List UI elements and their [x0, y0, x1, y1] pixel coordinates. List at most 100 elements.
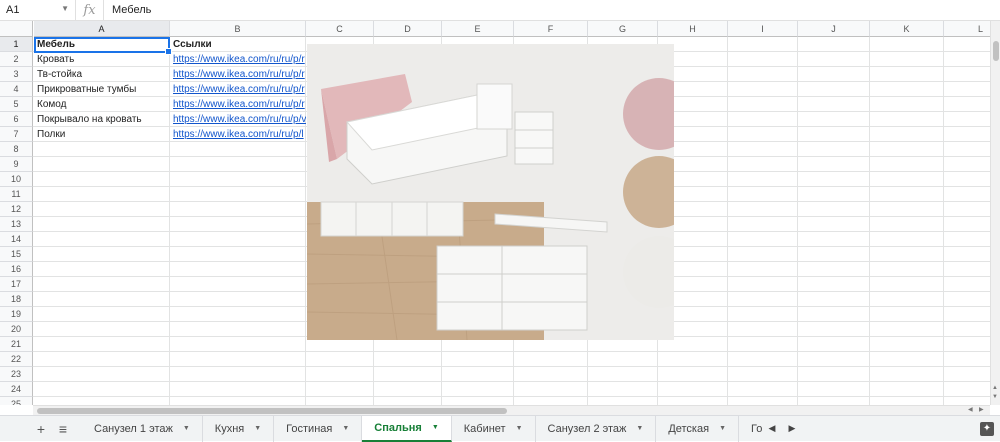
row-header-4[interactable]: 4: [0, 82, 33, 97]
row-header-5[interactable]: 5: [0, 97, 33, 112]
row-header-23[interactable]: 23: [0, 367, 33, 382]
row-header-2[interactable]: 2: [0, 52, 33, 67]
cell-product-link[interactable]: https://www.ikea.com/ru/ru/p/r: [170, 52, 306, 67]
cell-furniture-name[interactable]: Кровать: [34, 52, 170, 67]
cell-product-link[interactable]: https://www.ikea.com/ru/ru/p/r: [170, 67, 306, 82]
column-header-e[interactable]: E: [442, 21, 514, 37]
tabs-scroll-left-icon[interactable]: ◀: [762, 423, 782, 434]
cell-furniture-name[interactable]: Тв-стойка: [34, 67, 170, 82]
scroll-right-icon[interactable]: ▶: [979, 406, 984, 413]
row-header-19[interactable]: 19: [0, 307, 33, 322]
cell-reference: A1: [6, 4, 20, 16]
sheet-tab[interactable]: Кухня ▼: [203, 415, 275, 442]
grid-line-vertical: [869, 37, 870, 405]
row-header-15[interactable]: 15: [0, 247, 33, 262]
sheet-tab-menu-icon[interactable]: ▼: [432, 424, 439, 431]
row-header-8[interactable]: 8: [0, 142, 33, 157]
column-header-h[interactable]: H: [658, 21, 728, 37]
sheet-tab-menu-icon[interactable]: ▼: [342, 425, 349, 432]
name-box[interactable]: A1 ▼: [0, 0, 76, 21]
sheet-tab[interactable]: Кабинет ▼: [452, 415, 536, 442]
row-header-12[interactable]: 12: [0, 202, 33, 217]
scroll-down-icon[interactable]: ▼: [992, 394, 998, 400]
row-header-24[interactable]: 24: [0, 382, 33, 397]
cell-product-link[interactable]: https://www.ikea.com/ru/ru/p/r: [170, 97, 306, 112]
vertical-scrollbar[interactable]: ▲ ▼: [990, 21, 1000, 405]
vertical-scroll-thumb[interactable]: [993, 41, 999, 61]
nightstand: [514, 111, 554, 165]
scroll-up-icon[interactable]: ▲: [992, 385, 998, 391]
grid-line-horizontal: [33, 366, 990, 367]
column-header-c[interactable]: C: [306, 21, 374, 37]
row-header-1[interactable]: 1: [0, 37, 33, 52]
row-header-6[interactable]: 6: [0, 112, 33, 127]
cell-product-link[interactable]: https://www.ikea.com/ru/ru/p/v: [170, 112, 306, 127]
row-header-25[interactable]: 25: [0, 397, 33, 405]
explore-icon[interactable]: ✦: [980, 422, 994, 436]
moodboard-illustration: [307, 44, 674, 340]
column-header-f[interactable]: F: [514, 21, 588, 37]
row-header-11[interactable]: 11: [0, 187, 33, 202]
sheet-tab-label: Гостевая: [751, 422, 762, 435]
row-header-10[interactable]: 10: [0, 172, 33, 187]
cell-furniture-name[interactable]: Прикроватные тумбы: [34, 82, 170, 97]
row-header-21[interactable]: 21: [0, 337, 33, 352]
cell-product-link[interactable]: https://www.ikea.com/ru/ru/p/r: [170, 82, 306, 97]
row-header-7[interactable]: 7: [0, 127, 33, 142]
sheet-tab[interactable]: Санузел 2 этаж ▼: [536, 415, 657, 442]
all-sheets-list-icon[interactable]: ≡: [52, 416, 74, 442]
row-header-9[interactable]: 9: [0, 157, 33, 172]
row-header-17[interactable]: 17: [0, 277, 33, 292]
sheet-tab-label: Кухня: [214, 422, 245, 435]
sheet-tab-menu-icon[interactable]: ▼: [636, 425, 643, 432]
sheet-tab-menu-icon[interactable]: ▼: [183, 425, 190, 432]
row-header-18[interactable]: 18: [0, 292, 33, 307]
column-header-g[interactable]: G: [588, 21, 658, 37]
grid-line-vertical: [727, 37, 728, 405]
column-header-k[interactable]: K: [870, 21, 944, 37]
grid-line-vertical: [943, 37, 944, 405]
horizontal-scroll-thumb[interactable]: [37, 408, 507, 414]
row-header-3[interactable]: 3: [0, 67, 33, 82]
column-header-j[interactable]: J: [798, 21, 870, 37]
cell-product-link[interactable]: https://www.ikea.com/ru/ru/p/l: [170, 127, 306, 142]
scroll-left-icon[interactable]: ◀: [968, 406, 973, 413]
column-header-d[interactable]: D: [374, 21, 442, 37]
add-sheet-icon[interactable]: +: [30, 416, 52, 442]
row-header-13[interactable]: 13: [0, 217, 33, 232]
dresser: [436, 245, 588, 331]
select-all-corner[interactable]: [0, 21, 33, 37]
sheet-tab[interactable]: Гостевая: [739, 416, 762, 442]
column-header-a[interactable]: A: [34, 21, 170, 37]
cell-furniture-name[interactable]: Комод: [34, 97, 170, 112]
grid-line-horizontal: [33, 381, 990, 382]
grid-line-horizontal: [33, 396, 990, 397]
formula-input[interactable]: Мебель: [104, 4, 151, 16]
sheet-tab[interactable]: Спальня ▼: [362, 415, 452, 442]
sheet-tab-menu-icon[interactable]: ▼: [516, 425, 523, 432]
tabs-scroll-right-icon[interactable]: ▶: [782, 423, 802, 434]
sheet-tab-menu-icon[interactable]: ▼: [719, 425, 726, 432]
horizontal-scrollbar[interactable]: ◀ ▶: [33, 405, 990, 415]
selected-cell-outline: [34, 37, 172, 55]
row-header-22[interactable]: 22: [0, 352, 33, 367]
sheet-tab[interactable]: Санузел 1 этаж ▼: [82, 415, 203, 442]
row-header-16[interactable]: 16: [0, 262, 33, 277]
row-header-20[interactable]: 20: [0, 322, 33, 337]
sheet-tab-bar: + ≡ Санузел 1 этаж ▼ Кухня ▼ Гостиная ▼ Спальн…: [0, 415, 1000, 442]
sheet-tab[interactable]: Детская ▼: [656, 415, 739, 442]
cell-furniture-name[interactable]: Полки: [34, 127, 170, 142]
column-header-l[interactable]: L: [944, 21, 990, 37]
row-header-14[interactable]: 14: [0, 232, 33, 247]
chevron-down-icon[interactable]: ▼: [61, 4, 69, 13]
cell-furniture-name[interactable]: Покрывало на кровать: [34, 112, 170, 127]
column-header-i[interactable]: I: [728, 21, 798, 37]
sheet-tab-menu-icon[interactable]: ▼: [254, 425, 261, 432]
column-header-b[interactable]: B: [170, 21, 306, 37]
sheet-tab-label: Санузел 1 этаж: [94, 422, 173, 435]
cell-header-links[interactable]: Ссылки: [170, 37, 306, 52]
sheet-tabs: Санузел 1 этаж ▼ Кухня ▼ Гостиная ▼ Спальня ▼ Ка…: [82, 415, 762, 442]
sheet-tab[interactable]: Гостиная ▼: [274, 415, 363, 442]
grid-line-vertical: [797, 37, 798, 405]
moodboard-image[interactable]: [307, 44, 674, 340]
